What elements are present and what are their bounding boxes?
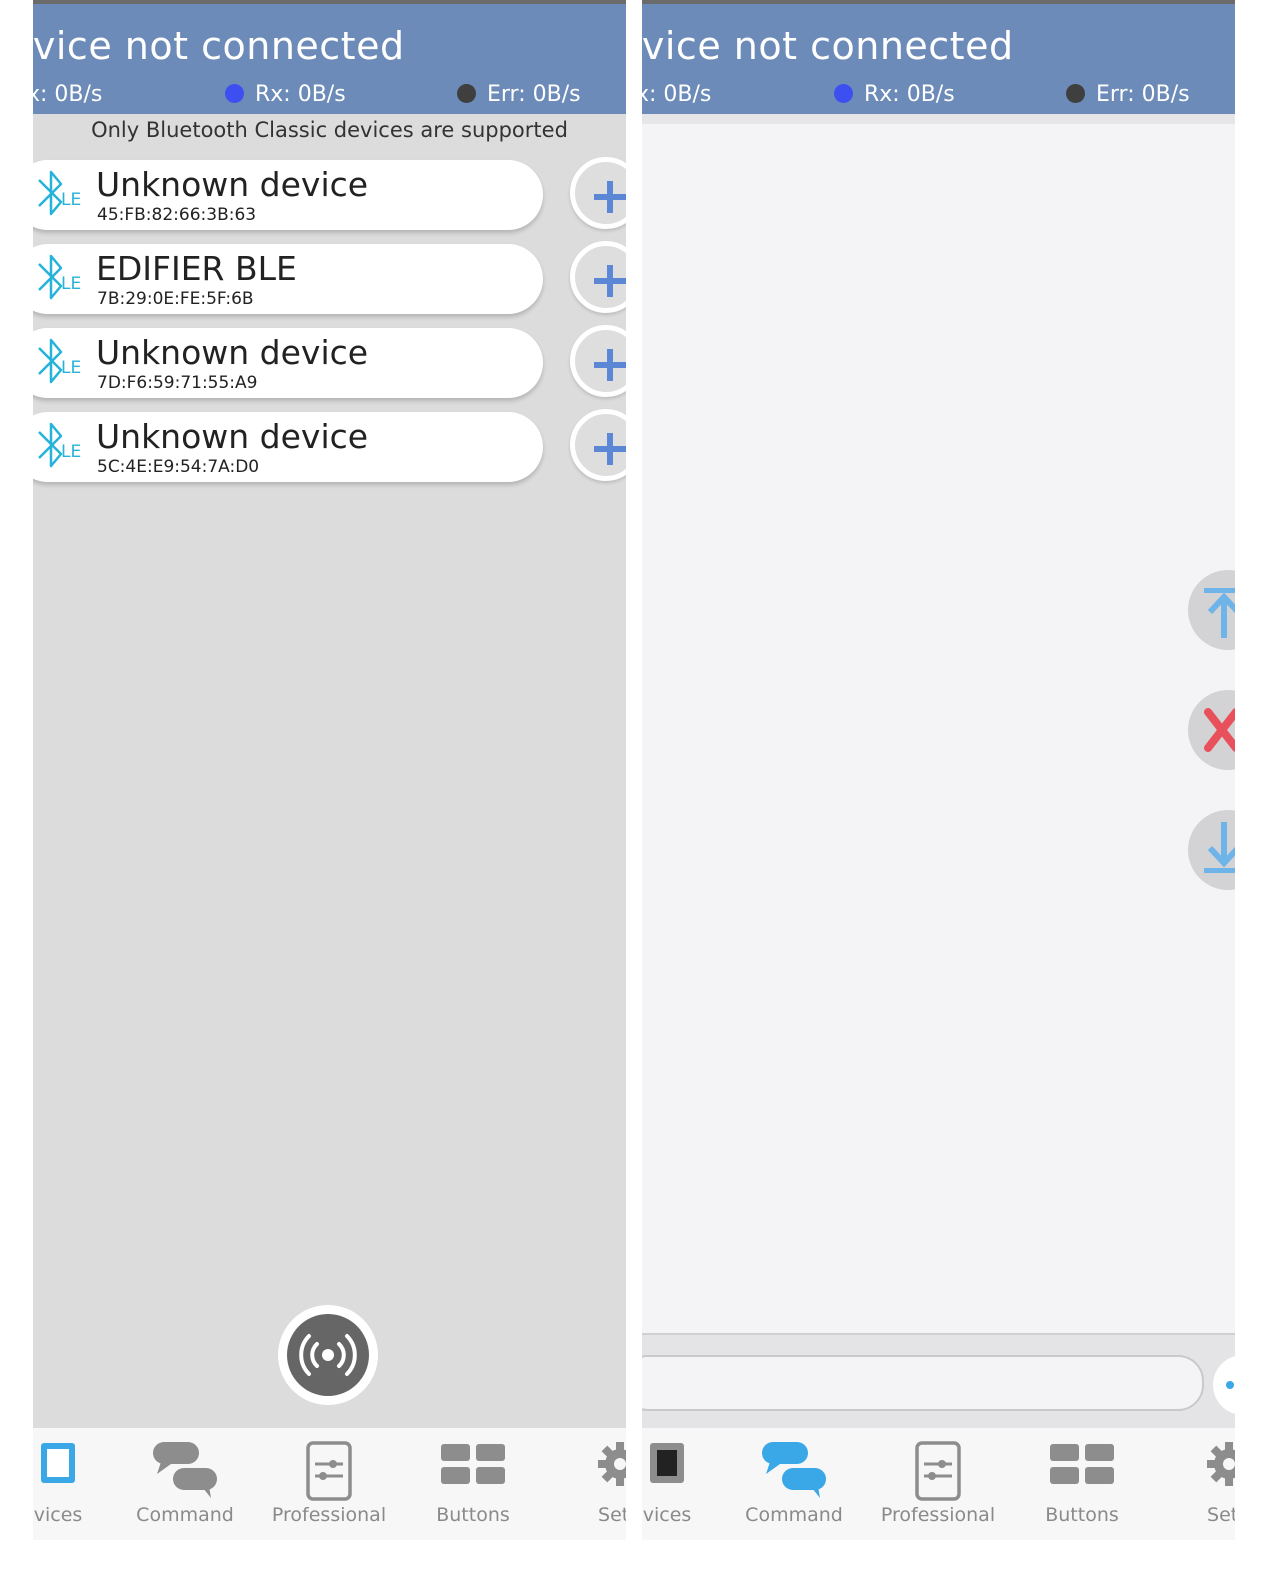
rx-dot-icon [834,84,853,103]
broadcast-icon [299,1334,357,1376]
clear-button[interactable] [1188,690,1235,770]
rx-dot-icon [225,84,244,103]
send-icon [1226,1381,1234,1389]
scroll-bottom-button[interactable] [1188,810,1235,890]
nav-settings[interactable]: Setti [555,1428,626,1540]
nav-devices[interactable]: vices [33,1428,123,1540]
device-name: Unknown device [96,417,369,456]
device-address: 7B:29:0E:FE:5F:6B [97,289,254,309]
chat-icon [762,1442,826,1498]
nav-professional[interactable]: Professional [264,1428,394,1540]
connection-header: evice not connected x: 0B/s Rx: 0B/s Err… [33,4,626,114]
plus-icon [594,349,626,381]
command-input[interactable] [642,1355,1204,1411]
buttons-grid-icon [1050,1444,1114,1484]
nav-label: Professional [880,1504,996,1526]
scroll-bottom-icon [1204,822,1235,873]
bluetooth-le-icon: LE [38,170,81,216]
bottom-nav: vices Command Professional Buttons Setti [642,1428,1235,1540]
add-device-button[interactable] [570,241,626,313]
device-row[interactable]: LE Unknown device 45:FB:82:66:3B:63 [33,160,543,230]
gear-icon [598,1442,626,1486]
chat-icon [153,1442,217,1498]
tx-stat: x: 0B/s [642,82,711,107]
devices-screen: evice not connected x: 0B/s Rx: 0B/s Err… [33,0,626,1540]
device-address: 7D:F6:59:71:55:A9 [97,373,258,393]
nav-settings[interactable]: Setti [1164,1428,1235,1540]
nav-label: Setti [1207,1504,1235,1526]
gear-icon [1207,1442,1235,1486]
device-address: 45:FB:82:66:3B:63 [97,205,257,225]
nav-buttons[interactable]: Buttons [408,1428,538,1540]
err-stat: Err: 0B/s [457,82,581,107]
svg-text:LE: LE [61,274,81,294]
connection-title: evice not connected [33,24,405,68]
err-label: Err: 0B/s [1096,82,1190,107]
rx-stat: Rx: 0B/s [834,82,955,107]
nav-label: vices [33,1504,83,1526]
nav-label: Buttons [1045,1504,1119,1526]
tx-stat: x: 0B/s [33,82,102,107]
svg-text:LE: LE [61,190,81,210]
devices-icon [41,1443,75,1483]
bluetooth-le-icon: LE [38,338,81,384]
scan-button[interactable] [278,1305,378,1405]
add-device-button[interactable] [570,157,626,229]
nav-label: Command [136,1504,234,1526]
command-input-bar [642,1333,1235,1430]
nav-professional[interactable]: Professional [873,1428,1003,1540]
tx-label: x: 0B/s [33,82,103,107]
bluetooth-le-icon: LE [38,254,81,300]
nav-label: Buttons [436,1504,510,1526]
device-address: 5C:4E:E9:54:7A:D0 [97,457,260,477]
buttons-grid-icon [441,1444,505,1484]
send-button[interactable] [1213,1355,1235,1415]
nav-command[interactable]: Command [120,1428,250,1540]
clear-icon [1204,708,1235,752]
svg-text:LE: LE [61,358,81,378]
err-dot-icon [1066,84,1085,103]
bluetooth-le-icon: LE [38,422,81,468]
nav-command[interactable]: Command [729,1428,859,1540]
connection-header: evice not connected x: 0B/s Rx: 0B/s Err… [642,4,1235,114]
bottom-nav: vices Command Professional Buttons Setti [33,1428,626,1540]
err-label: Err: 0B/s [487,82,581,107]
nav-label: Professional [271,1504,387,1526]
plus-icon [594,433,626,465]
device-row[interactable]: LE Unknown device 5C:4E:E9:54:7A:D0 [33,412,543,482]
add-device-button[interactable] [570,409,626,481]
scroll-top-button[interactable] [1188,570,1235,650]
nav-label: Command [745,1504,843,1526]
command-screen: evice not connected x: 0B/s Rx: 0B/s Err… [642,0,1235,1540]
scan-button-face [287,1314,369,1396]
sliders-icon [915,1441,961,1501]
plus-icon [594,265,626,297]
err-stat: Err: 0B/s [1066,82,1190,107]
connection-title: evice not connected [642,24,1014,68]
svg-text:LE: LE [61,442,81,462]
rx-label: Rx: 0B/s [255,82,346,107]
support-notice: Only Bluetooth Classic devices are suppo… [91,118,568,142]
devices-icon [650,1443,684,1483]
nav-label: vices [642,1504,692,1526]
err-dot-icon [457,84,476,103]
device-name: Unknown device [96,165,369,204]
device-row[interactable]: LE EDIFIER BLE 7B:29:0E:FE:5F:6B [33,244,543,314]
nav-devices[interactable]: vices [642,1428,732,1540]
device-row[interactable]: LE Unknown device 7D:F6:59:71:55:A9 [33,328,543,398]
scroll-top-icon [1204,588,1235,638]
rx-stat: Rx: 0B/s [225,82,346,107]
device-name: Unknown device [96,333,369,372]
plus-icon [594,181,626,213]
sliders-icon [306,1441,352,1501]
nav-label: Setti [598,1504,626,1526]
nav-buttons[interactable]: Buttons [1017,1428,1147,1540]
header-shadow [642,114,1235,124]
rx-label: Rx: 0B/s [864,82,955,107]
add-device-button[interactable] [570,325,626,397]
tx-label: x: 0B/s [642,82,712,107]
device-name: EDIFIER BLE [96,249,297,288]
